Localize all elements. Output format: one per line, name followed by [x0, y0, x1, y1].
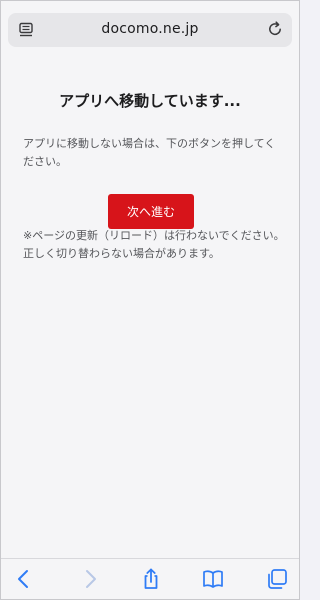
tabs-icon[interactable] [265, 567, 289, 591]
instruction-text: アプリに移動しない場合は、下のボタンを押してください。 [23, 137, 276, 168]
address-bar[interactable]: docomo.ne.jp [8, 13, 292, 47]
notice-line-2: 正しく切り替わらない場合があります。 [23, 247, 220, 260]
page-content: アプリへ移動しています... アプリに移動しない場合は、下のボタンを押してくださ… [1, 57, 299, 557]
browser-window: docomo.ne.jp アプリへ移動しています... アプリに移動しない場合は… [0, 0, 300, 600]
next-button[interactable]: 次へ進む [108, 194, 194, 229]
reload-notice: ※ページの更新（リロード）は行わないでください。 正しく切り替わらない場合があり… [23, 227, 287, 263]
bookmarks-icon[interactable] [201, 567, 225, 591]
notice-line-1: ※ページの更新（リロード）は行わないでください。 [23, 229, 285, 242]
share-icon[interactable] [139, 567, 163, 591]
page-title: アプリへ移動しています... [59, 92, 241, 110]
browser-toolbar [1, 558, 299, 599]
reload-icon[interactable] [266, 20, 284, 38]
back-icon[interactable] [12, 567, 36, 591]
forward-icon[interactable] [78, 567, 102, 591]
url-text[interactable]: docomo.ne.jp [8, 21, 292, 37]
